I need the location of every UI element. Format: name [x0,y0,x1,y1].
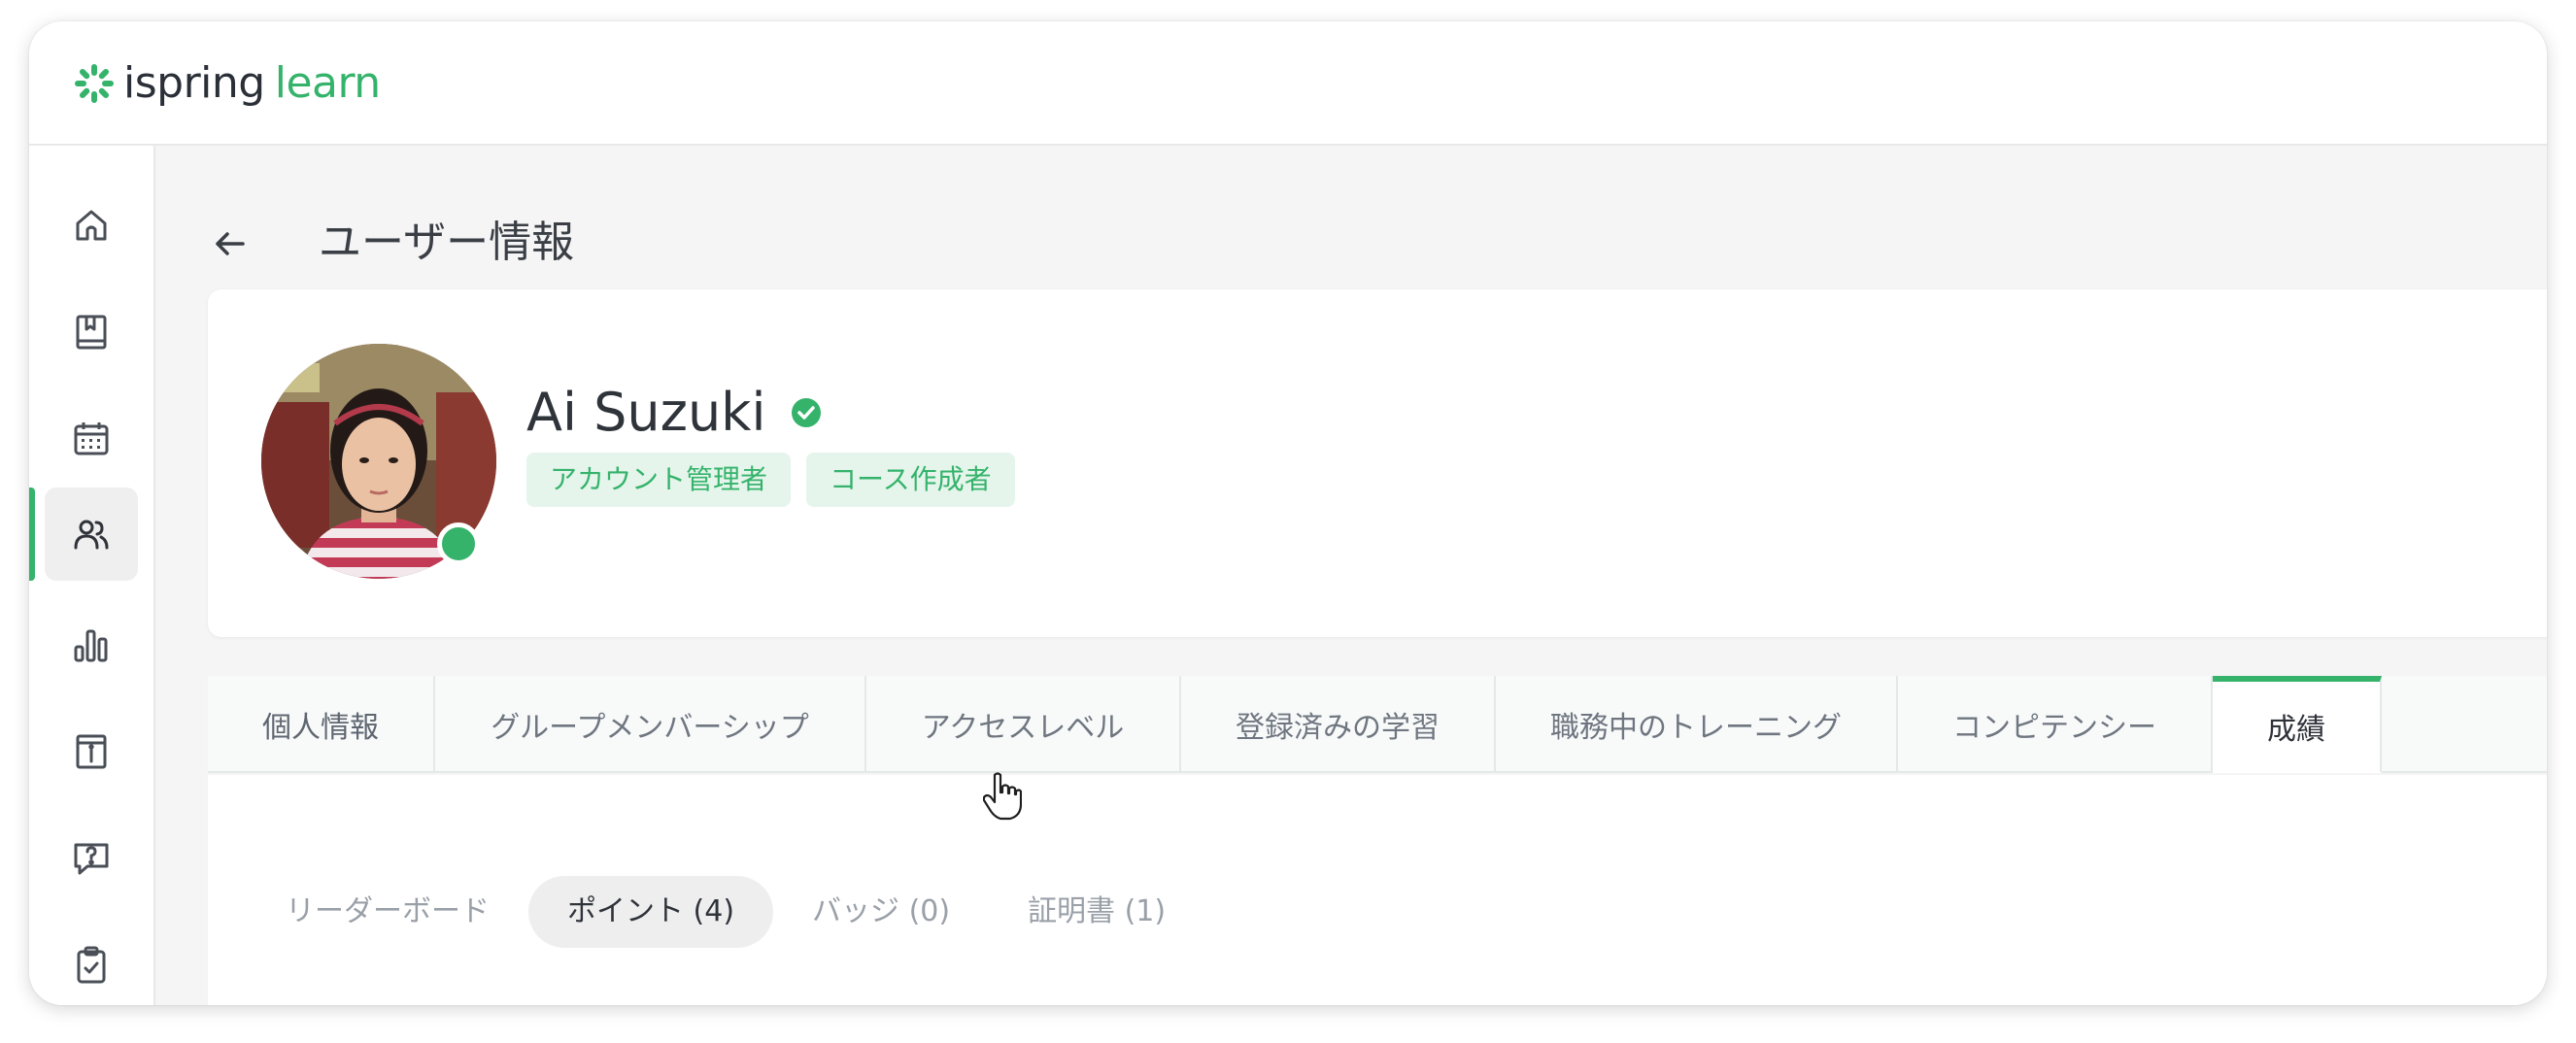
role-badges: アカウント管理者 コース作成者 [526,453,1031,507]
app-window: ispring learn ユーザー情報 Ai Suzuki アカウント管理者 … [29,21,2547,1005]
top-header: ispring learn [29,21,2547,146]
ispring-learn-logo[interactable]: ispring learn [73,56,381,111]
subtab-certificates[interactable]: 証明書 (1) [989,876,1204,948]
calendar-icon [74,422,109,455]
tab-achievements[interactable]: 成績 [2213,676,2382,773]
tab-personal-info[interactable]: 個人情報 [208,676,435,773]
sidebar-item-home[interactable] [45,179,138,272]
arrow-left-icon[interactable] [208,221,253,266]
sidebar [29,146,155,1005]
sidebar-item-users[interactable] [45,488,138,581]
logo-text-learn: learn [274,58,381,108]
help-chat-icon [74,843,109,875]
subtab-badges[interactable]: バッジ (0) [773,876,989,948]
subtab-points[interactable]: ポイント (4) [528,876,774,948]
active-nav-indicator [29,488,35,581]
tab-access-level[interactable]: アクセスレベル [866,676,1181,773]
tab-group-membership[interactable]: グループメンバーシップ [435,676,866,773]
user-tabs: 個人情報 グループメンバーシップ アクセスレベル 登録済みの学習 職務中のトレー… [208,676,2547,773]
achievement-subtabs: リーダーボード ポイント (4) バッジ (0) 証明書 (1) [247,876,1204,948]
book-icon [76,315,107,350]
role-badge-course-author: コース作成者 [806,453,1015,507]
user-name: Ai Suzuki [526,382,766,443]
tab-competencies[interactable]: コンピテンシー [1898,676,2213,773]
info-board-icon [76,734,107,769]
sidebar-item-info[interactable] [45,705,138,798]
users-icon [74,520,109,550]
logo-text-ispring: ispring [123,58,265,108]
profile-card: Ai Suzuki アカウント管理者 コース作成者 [208,289,2547,637]
logo-mark-icon [75,64,114,103]
sidebar-item-assignments[interactable] [45,919,138,1005]
subtab-leaderboard[interactable]: リーダーボード [247,876,528,948]
hand-pointer-cursor-icon [983,772,1022,821]
name-row: Ai Suzuki [526,379,822,447]
sidebar-item-help[interactable] [45,812,138,905]
sidebar-item-reports[interactable] [45,598,138,691]
online-status-indicator [437,522,480,565]
achievements-panel: リーダーボード ポイント (4) バッジ (0) 証明書 (1) [208,775,2547,1005]
logo-text: ispring learn [123,56,381,111]
tab-on-the-job-training[interactable]: 職務中のトレーニング [1496,676,1898,773]
role-badge-account-admin: アカウント管理者 [526,453,792,507]
tab-enrolled-learning[interactable]: 登録済みの学習 [1181,676,1496,773]
check-circle-icon [792,398,822,427]
home-icon [76,210,107,241]
bar-chart-icon [74,629,108,662]
main-content: ユーザー情報 Ai Suzuki アカウント管理者 コース作成者 個人情報 グル… [157,146,2547,1005]
page-title: ユーザー情報 [319,218,575,267]
sidebar-item-calendar[interactable] [45,392,138,486]
sidebar-item-library[interactable] [45,286,138,379]
clipboard-check-icon [77,946,106,984]
